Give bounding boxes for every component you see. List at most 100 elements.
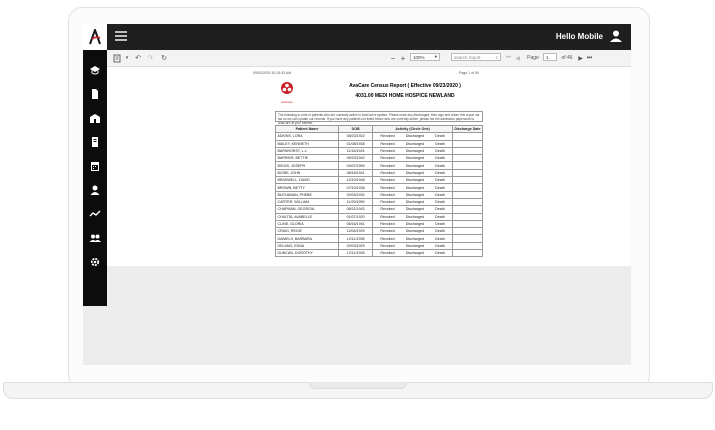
report-run-date: 09/03/2020 10:19:43 AM xyxy=(253,71,292,75)
activity-option: Revoked xyxy=(380,222,395,226)
sidebar-item-report-icon[interactable] xyxy=(89,136,101,148)
table-row: BOISE, JOHN 08/18/1941 Revoked Discharged De… xyxy=(275,168,484,178)
first-page-icon[interactable]: ⏮ xyxy=(505,53,512,63)
zoom-out-button[interactable]: − xyxy=(389,53,397,63)
activity-option: Discharged xyxy=(405,178,424,183)
activity-cell: Revoked Discharged Death xyxy=(372,146,453,156)
export-dropdown-icon[interactable]: ▾ xyxy=(124,53,130,63)
activity-option: Revoked xyxy=(380,229,395,234)
search-icon: ⌕ xyxy=(495,54,498,60)
forward-icon[interactable]: ↷ xyxy=(145,53,155,63)
user-icon[interactable] xyxy=(609,29,623,43)
activity-option: Discharged xyxy=(405,236,424,241)
activity-option: Death xyxy=(435,156,445,161)
activity-option: Discharged xyxy=(405,243,424,248)
activity-option: Death xyxy=(435,149,445,154)
activity-option: Death xyxy=(435,163,445,168)
sidebar-item-training-icon[interactable] xyxy=(89,64,101,76)
activity-cell: Revoked Discharged Death xyxy=(372,205,453,214)
activity-option: Revoked xyxy=(380,134,395,139)
activity-cell: Revoked Discharged Death xyxy=(372,197,453,207)
activity-cell: Revoked Discharged Death xyxy=(372,234,453,243)
activity-cell: Revoked Discharged Death xyxy=(372,154,453,163)
patient-name-cell: DANIELS, BARBARA xyxy=(275,234,339,243)
avacare-brand-logo: AvaCare xyxy=(277,81,297,104)
activity-option: Death xyxy=(435,170,445,175)
sidebar-item-facility-icon[interactable] xyxy=(89,112,101,124)
activity-option: Discharged xyxy=(405,200,424,205)
patient-name-cell: CARTER, WILLIAM xyxy=(275,197,339,207)
activity-option: Revoked xyxy=(380,141,395,146)
discharge-date-cell xyxy=(451,183,484,192)
page-number-input[interactable]: 1 xyxy=(543,53,557,61)
activity-option: Discharged xyxy=(405,141,424,146)
user-greeting: Hello Mobile xyxy=(555,32,603,41)
discharge-date-cell xyxy=(451,227,484,236)
table-row: BROWN, BETTY 07/10/1938 Revoked Discharged D… xyxy=(275,183,484,192)
activity-option: Death xyxy=(435,214,445,219)
activity-option: Revoked xyxy=(380,251,395,256)
search-report-input[interactable]: search report ⌕ xyxy=(451,53,501,61)
activity-option: Death xyxy=(435,251,445,256)
col-dob: DOB xyxy=(337,124,374,134)
activity-option: Revoked xyxy=(380,236,395,241)
next-page-icon[interactable]: ▶ xyxy=(577,53,584,63)
dob-cell: 07/10/1938 xyxy=(337,183,374,192)
table-row: BIGGS, JOSEPH 04/07/1959 Revoked Discharged… xyxy=(275,161,484,170)
dob-cell: 12/04/1929 xyxy=(337,227,374,236)
activity-option: Revoked xyxy=(380,207,395,212)
sidebar-item-document-icon[interactable] xyxy=(89,88,101,100)
col-patient-name: Patient Name xyxy=(275,124,339,134)
patient-name-cell: BRASWELL, DAVID xyxy=(275,176,339,185)
laptop-notch xyxy=(309,382,407,389)
table-row: DANIELS, BARBARA 12/11/1938 Revoked Dischar… xyxy=(275,234,484,243)
export-icon[interactable] xyxy=(111,53,123,63)
zoom-in-button[interactable]: + xyxy=(399,53,407,63)
activity-option: Discharged xyxy=(405,214,424,219)
prev-page-icon[interactable]: ◀ xyxy=(514,53,521,63)
patient-name-cell: DELANO, EDNA xyxy=(275,241,339,251)
sidebar-item-patient-icon[interactable] xyxy=(89,184,101,196)
table-row: CARTER, WILLIAM 11/29/1959 Revoked Discharg… xyxy=(275,197,484,207)
activity-option: Death xyxy=(435,236,445,241)
dob-cell: 04/07/1959 xyxy=(337,161,374,170)
sidebar-item-calendar-icon[interactable] xyxy=(89,160,101,172)
sidebar-item-users-icon[interactable] xyxy=(89,232,101,244)
activity-option: Discharged xyxy=(405,192,424,197)
page-label: Page xyxy=(527,55,539,61)
dob-cell: 12/11/1938 xyxy=(337,234,374,243)
discharge-date-cell xyxy=(451,212,484,221)
table-row: CLINE, GLORIA 05/16/1941 Revoked Discharged… xyxy=(275,219,484,229)
discharge-date-cell xyxy=(451,190,484,199)
report-title: AvaCare Census Report ( Effective 09/23/… xyxy=(349,83,461,89)
back-icon[interactable]: ↶ xyxy=(133,53,143,63)
table-row: ADKINS, LORA 08/23/1922 Revoked Discharged D… xyxy=(275,132,484,141)
activity-option: Death xyxy=(435,178,445,183)
table-row: BRASWELL, DAVID 12/10/1948 Revoked Discharg… xyxy=(275,176,484,185)
patient-name-cell: BUCHANAN, PHEBE xyxy=(275,190,339,199)
refresh-icon[interactable]: ↻ xyxy=(159,53,169,63)
activity-cell: Revoked Discharged Death xyxy=(372,249,453,258)
activity-option: Revoked xyxy=(380,170,395,175)
patient-name-cell: BROWN, BETTY xyxy=(275,183,339,192)
app-logo[interactable] xyxy=(83,24,107,50)
discharge-date-cell xyxy=(451,249,484,258)
col-discharge-date: Discharge Date xyxy=(451,124,484,134)
activity-cell: Revoked Discharged Death xyxy=(372,241,453,251)
activity-option: Discharged xyxy=(405,156,424,161)
dob-cell: 02/04/1932 xyxy=(337,190,374,199)
dob-cell: 09/23/1942 xyxy=(337,154,374,163)
sidebar-item-chart-icon[interactable] xyxy=(89,208,101,220)
sidebar-item-settings-icon[interactable] xyxy=(89,256,101,268)
last-page-icon[interactable]: ⏭ xyxy=(586,53,593,63)
activity-option: Revoked xyxy=(380,149,395,154)
activity-option: Death xyxy=(435,207,445,212)
activity-option: Death xyxy=(435,192,445,197)
table-row: DELANO, EDNA 02/03/1929 Revoked Discharged D… xyxy=(275,241,484,251)
menu-icon[interactable] xyxy=(115,31,127,42)
dob-cell: 11/16/1924 xyxy=(337,146,374,156)
activity-option: Discharged xyxy=(405,185,424,190)
brand-name: AvaCare xyxy=(281,100,293,104)
activity-option: Discharged xyxy=(405,207,424,212)
zoom-select[interactable]: 100% ▾ xyxy=(410,53,440,61)
